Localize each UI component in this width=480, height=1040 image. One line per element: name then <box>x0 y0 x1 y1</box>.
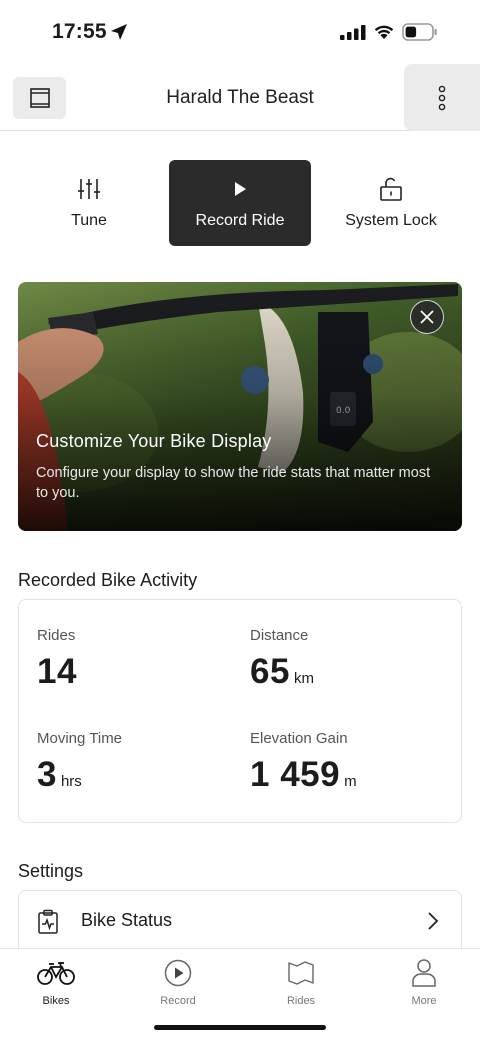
stat-label: Rides <box>37 627 76 644</box>
system-lock-button[interactable]: System Lock <box>320 160 462 246</box>
record-ride-button[interactable]: Record Ride <box>169 160 311 246</box>
tab-label: Record <box>160 995 196 1007</box>
stat-value: 65 <box>250 652 290 691</box>
tab-label: More <box>411 995 437 1007</box>
cellular-signal-icon <box>340 25 366 40</box>
stat-label: Moving Time <box>37 730 123 747</box>
stat-unit: km <box>293 670 314 687</box>
more-options-button[interactable] <box>404 64 480 131</box>
stat-distance: Distance 65 km <box>250 627 314 692</box>
stat-value: 1 459 <box>250 755 341 794</box>
quick-actions: Tune Record Ride System Lock <box>18 160 462 246</box>
status-time: 17:55 <box>52 20 107 43</box>
promo-text: Configure your display to show the ride … <box>36 465 431 501</box>
person-icon <box>412 959 436 987</box>
play-icon <box>235 182 246 196</box>
tab-bikes[interactable]: Bikes <box>1 957 111 1007</box>
battery-icon <box>402 23 437 41</box>
tune-label: Tune <box>71 212 107 229</box>
settings-item-label: Bike Status <box>81 910 173 930</box>
status-bar: 17:55 <box>0 0 480 64</box>
home-indicator <box>154 1025 326 1030</box>
clipboard-pulse-icon <box>38 909 58 934</box>
more-vertical-icon <box>438 85 446 110</box>
settings-section-title: Settings <box>18 861 84 881</box>
record-ride-label: Record Ride <box>195 212 285 229</box>
tab-more[interactable]: More <box>369 957 479 1007</box>
close-promo-button[interactable] <box>410 300 444 334</box>
sliders-icon <box>78 179 100 199</box>
stat-label: Elevation Gain <box>250 730 348 747</box>
tab-record[interactable]: Record <box>123 957 233 1007</box>
stat-unit: m <box>344 773 357 790</box>
tab-label: Rides <box>286 995 316 1007</box>
stat-moving-time: Moving Time 3 hrs <box>37 730 122 795</box>
stat-label: Distance <box>250 627 309 644</box>
unlock-icon <box>380 177 402 201</box>
stat-elevation-gain: Elevation Gain 1 459 m <box>250 730 357 795</box>
promo-title: Customize Your Bike Display <box>36 431 272 451</box>
app-header: Harald The Beast <box>0 64 480 131</box>
play-circle-icon <box>164 959 192 987</box>
tab-label: Bikes <box>42 995 70 1007</box>
tune-button[interactable]: Tune <box>18 160 160 246</box>
close-icon <box>420 310 434 324</box>
tab-rides[interactable]: Rides <box>246 957 356 1007</box>
map-icon <box>288 961 314 985</box>
stat-rides: Rides 14 <box>37 627 81 692</box>
chevron-right-icon <box>428 912 439 930</box>
stat-value: 3 <box>37 755 57 794</box>
wifi-icon <box>374 25 394 39</box>
location-arrow-icon <box>111 24 127 40</box>
bike-icon <box>37 962 75 985</box>
system-lock-label: System Lock <box>345 212 437 229</box>
activity-section-title: Recorded Bike Activity <box>18 570 198 590</box>
activity-stats-card: Rides 14 Distance 65 km Moving Time 3 hrs … <box>18 599 462 823</box>
stat-value: 14 <box>37 652 77 691</box>
promo-card[interactable]: 0.0 Customize Your Bike Display Configur… <box>18 282 462 531</box>
stat-unit: hrs <box>60 773 82 790</box>
settings-item-bike-status[interactable]: Bike Status <box>18 890 462 952</box>
